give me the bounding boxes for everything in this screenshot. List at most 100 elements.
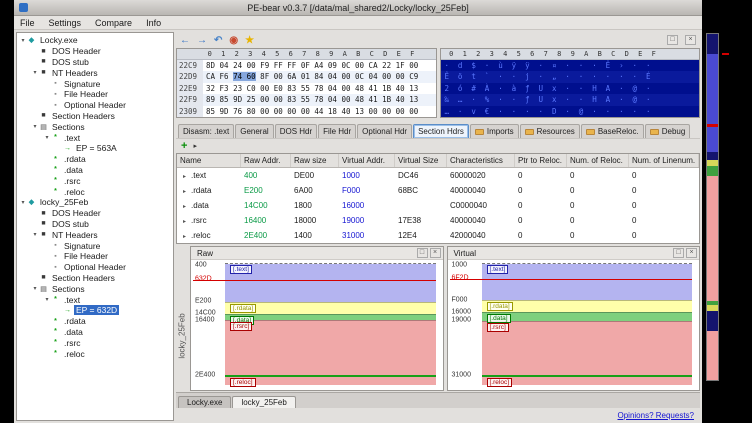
menu-item-file[interactable]: File xyxy=(20,18,35,28)
tab-optional-hdr[interactable]: Optional Hdr xyxy=(357,124,412,138)
tree-item-signature[interactable]: ▪Signature xyxy=(17,240,173,251)
row-expander-icon[interactable]: ▸ xyxy=(180,204,186,210)
tree-item-ep-563a[interactable]: →EP = 563A xyxy=(17,143,173,154)
close-panel-icon[interactable]: × xyxy=(430,248,441,258)
tree-item-dos-stub[interactable]: ■DOS stub xyxy=(17,57,173,68)
row-expander-icon[interactable]: ▸ xyxy=(180,174,186,180)
tab-general[interactable]: General xyxy=(235,124,273,138)
tree-item-reloc[interactable]: *.reloc xyxy=(17,348,173,359)
tree-item-section-headers[interactable]: ■Section Headers xyxy=(17,111,173,122)
expander-icon[interactable]: ▾ xyxy=(43,134,51,141)
doc-tab-locky-exe[interactable]: Locky.exe xyxy=(178,396,231,408)
doc-tab-locky-25feb[interactable]: locky_25Feb xyxy=(232,396,295,408)
section-band-data[interactable]: [.data] xyxy=(482,312,693,320)
expander-icon[interactable]: ▾ xyxy=(31,69,39,76)
tree-item-locky-exe[interactable]: ▾◆Locky.exe xyxy=(17,35,173,46)
expander-icon[interactable]: ▾ xyxy=(43,296,51,303)
hex-char-row[interactable]: 2 ó # À · à ƒ U x · · H A · @ · xyxy=(441,83,700,94)
tree-item-optional-header[interactable]: ▪Optional Header xyxy=(17,262,173,273)
section-band-reloc[interactable]: [.reloc] xyxy=(482,375,693,385)
expander-icon[interactable]: ▾ xyxy=(19,37,27,44)
restore-panel-icon[interactable]: □ xyxy=(417,248,428,258)
tree-item-text[interactable]: ▾*.text xyxy=(17,294,173,305)
menu-item-info[interactable]: Info xyxy=(146,18,161,28)
feedback-link[interactable]: Opinions? Requests? xyxy=(618,411,695,420)
expander-icon[interactable]: ▾ xyxy=(31,123,39,130)
hex-chars-panel[interactable]: 0123456789ABCDEF · d $ · ù ÿ ÿ · ¤ · · ·… xyxy=(440,48,701,118)
marker-icon[interactable]: ◉ xyxy=(229,35,238,46)
tree-item-signature[interactable]: ▪Signature xyxy=(17,78,173,89)
hex-selection[interactable]: 74 60 xyxy=(233,72,256,81)
table-row-rsrc[interactable]: ▸.rsrc16400180001900017E3840000040000 xyxy=(177,213,699,228)
tree-item-ep-632d[interactable]: →EP = 632D xyxy=(17,305,173,316)
hex-char-row[interactable]: ‰ … · % · · ƒ U x · · H A · @ · xyxy=(441,94,700,105)
tab-file-hdr[interactable]: File Hdr xyxy=(318,124,356,138)
tree-item-sections[interactable]: ▾▤Sections xyxy=(17,121,173,132)
tree-item-data[interactable]: *.data xyxy=(17,165,173,176)
row-expander-icon[interactable]: ▸ xyxy=(180,234,186,240)
title-bar[interactable]: PE-bear v0.3.7 [/data/mal_shared2/Locky/… xyxy=(14,0,702,16)
tree-item-optional-header[interactable]: ▪Optional Header xyxy=(17,100,173,111)
tab-dos-hdr[interactable]: DOS Hdr xyxy=(275,124,317,138)
undo-arrow-icon[interactable]: ↶ xyxy=(214,35,222,46)
favorites-star-icon[interactable]: ★ xyxy=(245,35,254,46)
file-minimap-strip[interactable] xyxy=(706,33,719,381)
table-row-data[interactable]: ▸.data14C00180016000C0000040000 xyxy=(177,198,699,213)
table-row-rdata[interactable]: ▸.rdataE2006A00F00068BC40000040000 xyxy=(177,183,699,198)
hex-row[interactable]: 22C98D 04 24 00 F9 FF FF 0F A4 09 0C 00 … xyxy=(177,60,436,71)
tree-item-rsrc[interactable]: *.rsrc xyxy=(17,337,173,348)
tree-item-rdata[interactable]: *.rdata xyxy=(17,154,173,165)
table-row-text[interactable]: ▸.text400DE001000DC4660000020000 xyxy=(177,168,699,183)
tree-item-dos-stub[interactable]: ■DOS stub xyxy=(17,219,173,230)
restore-panel-icon[interactable]: □ xyxy=(673,248,684,258)
tree-item-dos-header[interactable]: ■DOS Header xyxy=(17,46,173,57)
add-button[interactable]: + xyxy=(181,140,187,152)
menu-item-compare[interactable]: Compare xyxy=(95,18,132,28)
tree-item-file-header[interactable]: ▪File Header xyxy=(17,89,173,100)
expander-icon[interactable]: ▾ xyxy=(31,231,39,238)
tree-item-locky-25feb[interactable]: ▾◆locky_25Feb xyxy=(17,197,173,208)
hex-chars-body[interactable]: · d $ · ù ÿ ÿ · ¤ · · · Ê › · ·Ê ö t ` ·… xyxy=(441,60,700,117)
hex-char-row[interactable]: · d $ · ù ÿ ÿ · ¤ · · · Ê › · · xyxy=(441,60,700,71)
expander-icon[interactable]: ▾ xyxy=(31,285,39,292)
row-expander-icon[interactable]: ▸ xyxy=(180,219,186,225)
expander-icon[interactable]: ▾ xyxy=(19,199,27,206)
hex-row[interactable]: 22E932 F3 23 C0 00 E0 83 55 78 04 00 48 … xyxy=(177,83,436,94)
table-row-reloc[interactable]: ▸.reloc2E40014003100012E442000040000 xyxy=(177,228,699,243)
tab-debug[interactable]: Debug xyxy=(645,124,691,138)
hex-char-row[interactable]: Ê ö t ` · · j · „ · · · · · · É xyxy=(441,71,700,82)
close-panel-icon[interactable]: × xyxy=(686,248,697,258)
pe-structure-tree[interactable]: ▾◆Locky.exe■DOS Header■DOS stub▾■NT Head… xyxy=(16,32,174,421)
tree-item-rsrc[interactable]: *.rsrc xyxy=(17,175,173,186)
nav-back-icon[interactable]: ← xyxy=(180,35,190,46)
tree-item-nt-headers[interactable]: ▾■NT Headers xyxy=(17,67,173,78)
menu-item-settings[interactable]: Settings xyxy=(49,18,82,28)
hex-row[interactable]: 22D9CA F6 74 60 8F 00 6A 01 84 04 00 0C … xyxy=(177,71,436,82)
tree-item-nt-headers[interactable]: ▾■NT Headers xyxy=(17,229,173,240)
tree-item-sections[interactable]: ▾▤Sections xyxy=(17,283,173,294)
tab-resources[interactable]: Resources xyxy=(520,124,580,138)
tab-section-hdrs[interactable]: Section Hdrs xyxy=(413,124,469,138)
tree-item-data[interactable]: *.data xyxy=(17,327,173,338)
section-band-rsrc[interactable]: [.rsrc] xyxy=(225,320,436,376)
hex-row[interactable]: 230985 9D 76 80 00 00 00 00 44 18 40 13 … xyxy=(177,106,436,117)
section-band-rdata[interactable]: [.rdata] xyxy=(482,300,693,312)
nav-forward-icon[interactable]: → xyxy=(197,35,207,46)
tree-item-rdata[interactable]: *.rdata xyxy=(17,316,173,327)
tab-imports[interactable]: Imports xyxy=(470,124,519,138)
restore-panel-icon[interactable]: □ xyxy=(667,35,678,45)
tree-item-dos-header[interactable]: ■DOS Header xyxy=(17,208,173,219)
tree-item-text[interactable]: ▾*.text xyxy=(17,132,173,143)
tab-disasm-text[interactable]: Disasm: .text xyxy=(178,124,234,138)
row-expander-icon[interactable]: ▸ xyxy=(180,189,186,195)
tree-item-reloc[interactable]: *.reloc xyxy=(17,186,173,197)
hex-char-row[interactable]: … · v € · · · · D · @ · · · · · xyxy=(441,106,700,117)
tab-basereloc[interactable]: BaseReloc. xyxy=(581,124,644,138)
tree-item-section-headers[interactable]: ■Section Headers xyxy=(17,273,173,284)
close-panel-icon[interactable]: × xyxy=(685,35,696,45)
hex-bytes-body[interactable]: 22C98D 04 24 00 F9 FF FF 0F A4 09 0C 00 … xyxy=(177,60,436,117)
section-band-rdata[interactable]: [.rdata] xyxy=(225,302,436,314)
expand-arrow-icon[interactable]: ▸ xyxy=(193,142,197,150)
section-band-reloc[interactable]: [.reloc] xyxy=(225,375,436,385)
section-band-text[interactable]: [.text] xyxy=(482,264,693,300)
